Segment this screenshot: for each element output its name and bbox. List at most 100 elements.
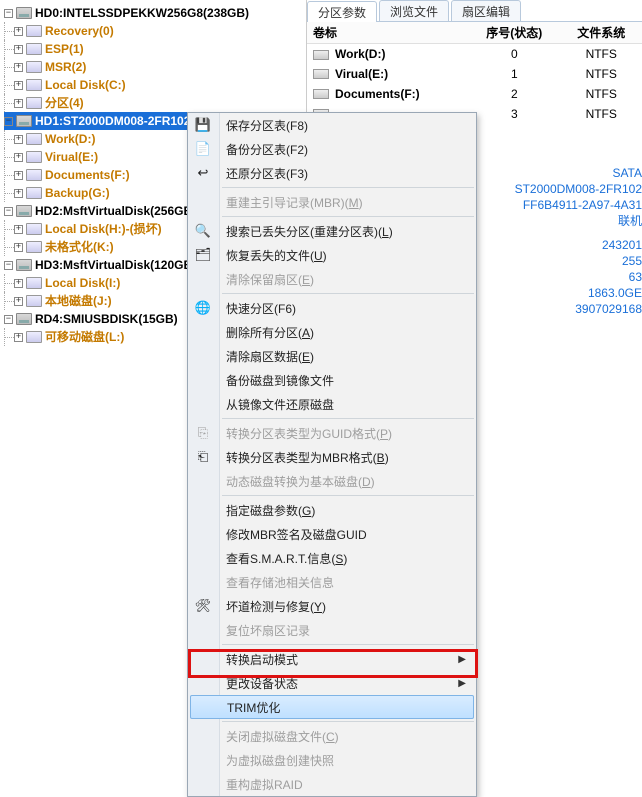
menu-item-label: 坏道检测与修复(Y): [226, 598, 326, 615]
tab-browse-files[interactable]: 浏览文件: [379, 0, 449, 21]
col-filesystem[interactable]: 文件系统: [560, 22, 642, 44]
menu-item: 重构虚拟RAID: [188, 772, 476, 796]
tab-bar: 分区参数 浏览文件 扇区编辑: [307, 0, 642, 22]
menu-item-label: 删除所有分区(A): [226, 324, 314, 341]
info-guid: FF6B4911-2A97-4A31: [515, 197, 642, 213]
menu-icon: 📄: [194, 140, 212, 158]
menu-item[interactable]: 备份磁盘到镜像文件: [188, 368, 476, 392]
hdd-icon: [16, 313, 32, 325]
menu-item[interactable]: 🔍搜索已丢失分区(重建分区表)(L): [188, 219, 476, 243]
menu-item-label: 查看S.M.A.R.T.信息(S): [226, 550, 347, 567]
table-row[interactable]: Virual(E:)1NTFS: [307, 64, 642, 84]
info-cylinders: 243201: [515, 237, 642, 253]
info-model: ST2000DM008-2FR102: [515, 181, 642, 197]
expand-icon[interactable]: [14, 45, 23, 54]
tree-partition[interactable]: Recovery(0): [4, 22, 306, 40]
menu-item: ⎘转换分区表类型为GUID格式(P): [188, 421, 476, 445]
menu-item[interactable]: 🛠坏道检测与修复(Y): [188, 594, 476, 618]
menu-item: 查看存储池相关信息: [188, 570, 476, 594]
collapse-icon[interactable]: [4, 207, 13, 216]
partition-icon: [26, 61, 42, 73]
menu-item-label: 复位坏扇区记录: [226, 622, 310, 639]
partition-icon: [26, 25, 42, 37]
menu-separator: [222, 293, 474, 294]
expand-icon[interactable]: [14, 225, 23, 234]
menu-icon: ⎘: [194, 424, 212, 442]
menu-separator: [222, 721, 474, 722]
collapse-icon[interactable]: [4, 117, 13, 126]
menu-item-label: 快速分区(F6): [226, 300, 296, 317]
info-interface: SATA: [515, 165, 642, 181]
menu-item[interactable]: 清除扇区数据(E): [188, 344, 476, 368]
menu-icon: 💾: [194, 116, 212, 134]
table-row[interactable]: Documents(F:)2NTFS: [307, 84, 642, 104]
menu-icon: 🔍: [194, 222, 212, 240]
col-volume-label[interactable]: 卷标: [307, 22, 468, 44]
expand-icon[interactable]: [14, 243, 23, 252]
expand-icon[interactable]: [14, 81, 23, 90]
partition-icon: [26, 79, 42, 91]
collapse-icon[interactable]: [4, 261, 13, 270]
collapse-icon[interactable]: [4, 9, 13, 18]
menu-item: 关闭虚拟磁盘文件(C): [188, 724, 476, 748]
partition-icon: [26, 187, 42, 199]
partition-icon: [26, 241, 42, 253]
col-index-status[interactable]: 序号(状态): [468, 22, 560, 44]
partition-icon: [26, 97, 42, 109]
submenu-arrow-icon: ▶: [458, 678, 466, 689]
menu-item-label: 从镜像文件还原磁盘: [226, 396, 334, 413]
menu-item[interactable]: 指定磁盘参数(G): [188, 498, 476, 522]
info-status: 联机: [515, 213, 642, 229]
table-row[interactable]: Work(D:)0NTFS: [307, 44, 642, 64]
menu-item[interactable]: 查看S.M.A.R.T.信息(S): [188, 546, 476, 570]
expand-icon[interactable]: [14, 153, 23, 162]
menu-item[interactable]: ⎗转换分区表类型为MBR格式(B): [188, 445, 476, 469]
menu-item-label: 还原分区表(F3): [226, 165, 308, 182]
tab-partition-params[interactable]: 分区参数: [307, 1, 377, 22]
menu-item[interactable]: ↩ 还原分区表(F3): [188, 161, 476, 185]
tree-disk-hd0[interactable]: HD0:INTELSSDPEKKW256G8(238GB): [4, 4, 306, 22]
menu-item[interactable]: 更改设备状态▶: [188, 671, 476, 695]
menu-item[interactable]: 🌐 快速分区(F6): [188, 296, 476, 320]
expand-icon[interactable]: [14, 171, 23, 180]
expand-icon[interactable]: [14, 279, 23, 288]
expand-icon[interactable]: [14, 63, 23, 72]
disk-context-menu[interactable]: 💾 保存分区表(F8) 📄备份分区表(F2) ↩ 还原分区表(F3) 重建主引导记录(MB…: [187, 112, 477, 797]
menu-item[interactable]: 修改MBR签名及磁盘GUID: [188, 522, 476, 546]
menu-separator: [222, 187, 474, 188]
expand-icon[interactable]: [14, 99, 23, 108]
menu-item-label: 关闭虚拟磁盘文件(C): [226, 728, 339, 745]
tree-partition[interactable]: ESP(1): [4, 40, 306, 58]
menu-item[interactable]: 转换启动模式▶: [188, 647, 476, 671]
hdd-icon: [16, 259, 32, 271]
expand-icon[interactable]: [14, 135, 23, 144]
menu-icon: ↩: [194, 164, 212, 182]
tree-partition[interactable]: 分区(4): [4, 94, 306, 112]
menu-item[interactable]: 从镜像文件还原磁盘: [188, 392, 476, 416]
menu-item-label: 保存分区表(F8): [226, 117, 308, 134]
partition-icon: [26, 169, 42, 181]
menu-item[interactable]: 💾 保存分区表(F8): [188, 113, 476, 137]
collapse-icon[interactable]: [4, 315, 13, 324]
menu-item: 重建主引导记录(MBR)(M): [188, 190, 476, 214]
tree-partition[interactable]: MSR(2): [4, 58, 306, 76]
expand-icon[interactable]: [14, 333, 23, 342]
menu-item: 复位坏扇区记录: [188, 618, 476, 642]
menu-item-label: 恢复丢失的文件(U): [226, 247, 327, 264]
expand-icon[interactable]: [14, 27, 23, 36]
tab-sector-edit[interactable]: 扇区编辑: [451, 0, 521, 21]
hdd-icon: [16, 115, 32, 127]
menu-item[interactable]: TRIM优化: [190, 695, 474, 719]
volume-icon: [313, 50, 329, 60]
expand-icon[interactable]: [14, 189, 23, 198]
menu-item[interactable]: 删除所有分区(A): [188, 320, 476, 344]
info-heads: 255: [515, 253, 642, 269]
expand-icon[interactable]: [14, 297, 23, 306]
menu-icon: 🌐: [194, 299, 212, 317]
menu-item[interactable]: 🗂恢复丢失的文件(U): [188, 243, 476, 267]
volume-table: 卷标 序号(状态) 文件系统 Work(D:)0NTFS Virual(E:)1…: [307, 22, 642, 124]
submenu-arrow-icon: ▶: [458, 654, 466, 665]
menu-item[interactable]: 📄备份分区表(F2): [188, 137, 476, 161]
menu-item-label: 转换分区表类型为MBR格式(B): [226, 449, 389, 466]
tree-partition[interactable]: Local Disk(C:): [4, 76, 306, 94]
